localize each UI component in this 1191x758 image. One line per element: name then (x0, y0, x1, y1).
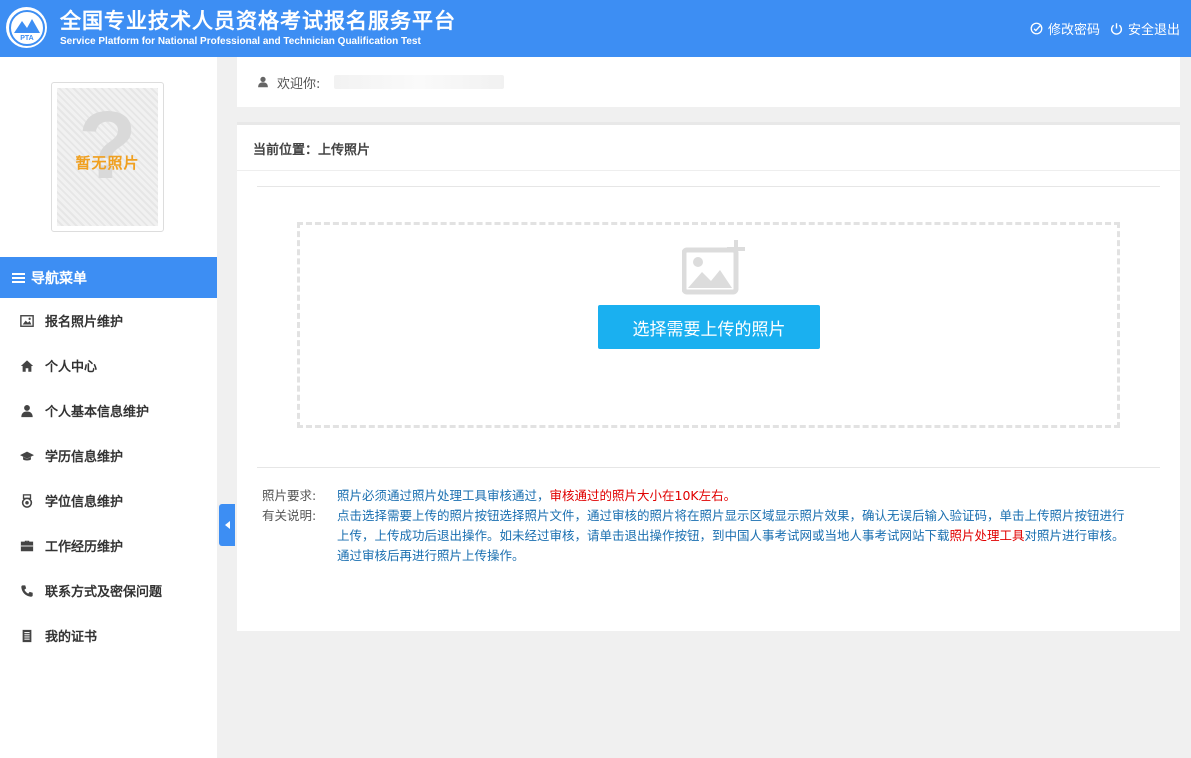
top-header: PTA 全国专业技术人员资格考试报名服务平台 Service Platform … (0, 0, 1191, 57)
requirements-text-blue: 照片必须通过照片处理工具审核通过， (337, 488, 550, 503)
requirements-text-red: 审核通过的照片大小在10K左右。 (549, 488, 737, 503)
nav-list: 报名照片维护 个人中心 个人基本信息维护 学历信息维护 学位信息维护 工作经历维… (0, 298, 217, 658)
pta-logo: PTA (6, 7, 47, 48)
divider (257, 467, 1160, 468)
sidebar-item-label: 个人基本信息维护 (45, 405, 150, 420)
divider (257, 186, 1160, 187)
requirements-label: 照片要求: (262, 488, 317, 503)
sidebar-item-label: 报名照片维护 (45, 315, 124, 330)
logout-link[interactable]: 安全退出 (1110, 19, 1180, 38)
photo-tool-link[interactable]: 照片处理工具 (950, 528, 1025, 543)
sidebar-collapse-toggle[interactable] (219, 504, 235, 546)
question-mark-icon: ? (78, 92, 137, 199)
select-photo-button[interactable]: 选择需要上传的照片 (598, 305, 820, 349)
photo-instructions: 照片要求: 照片必须通过照片处理工具审核通过，审核通过的照片大小在10K左右。 … (262, 486, 1132, 566)
phone-icon (21, 584, 33, 597)
briefcase-icon (20, 540, 34, 551)
sidebar-item-work-history[interactable]: 工作经历维护 (0, 523, 217, 568)
change-password-link[interactable]: 修改密码 (1030, 19, 1100, 38)
home-icon (20, 359, 34, 372)
notes-label: 有关说明: (262, 508, 317, 523)
nav-menu-title: 导航菜单 (31, 270, 87, 287)
logout-label: 安全退出 (1127, 23, 1180, 38)
sidebar: ? 暂无照片 导航菜单 报名照片维护 个人中心 个人基本信息维护 学历信息维护 … (0, 57, 217, 758)
upload-panel: 当前位置：上传照片 选择需要上传的照片 照片要求: 照片必须通过照片处理工具审核… (237, 122, 1180, 631)
image-icon (20, 314, 34, 327)
graduation-cap-icon (20, 451, 34, 460)
sidebar-item-degree[interactable]: 学位信息维护 (0, 478, 217, 523)
sidebar-item-label: 我的证书 (45, 630, 98, 645)
no-photo-text: 暂无照片 (75, 154, 140, 172)
book-icon (22, 629, 32, 642)
photo-box: ? 暂无照片 (51, 82, 164, 232)
medal-icon (21, 493, 33, 508)
user-icon (21, 404, 33, 417)
notes-row: 有关说明: 点击选择需要上传的照片按钮选择照片文件，通过审核的照片将在照片显示区… (262, 506, 1132, 566)
notes-text: 点击选择需要上传的照片按钮选择照片文件，通过审核的照片将在照片显示区域显示照片效… (337, 506, 1132, 566)
breadcrumb: 当前位置：上传照片 (253, 143, 371, 158)
logo-lettering: PTA (20, 35, 33, 42)
power-icon (1110, 23, 1123, 35)
photo-upload-area[interactable]: 选择需要上传的照片 (297, 222, 1120, 428)
welcome-bar: 欢迎你: (237, 57, 1180, 107)
requirements-row: 照片要求: 照片必须通过照片处理工具审核通过，审核通过的照片大小在10K左右。 (262, 486, 1132, 506)
photo-placeholder: ? 暂无照片 (57, 88, 158, 226)
user-icon (258, 76, 268, 88)
change-password-label: 修改密码 (1047, 23, 1100, 38)
header-actions: 修改密码 安全退出 (1030, 19, 1180, 38)
sidebar-item-certificates[interactable]: 我的证书 (0, 613, 217, 658)
sidebar-item-label: 学位信息维护 (45, 495, 124, 510)
sidebar-item-education[interactable]: 学历信息维护 (0, 433, 217, 478)
add-image-icon (682, 240, 745, 295)
site-subtitle: Service Platform for National Profession… (60, 36, 421, 47)
sidebar-item-photo[interactable]: 报名照片维护 (0, 298, 217, 343)
sidebar-item-basic-info[interactable]: 个人基本信息维护 (0, 388, 217, 433)
welcome-label: 欢迎你: (277, 76, 321, 92)
sidebar-item-personal-center[interactable]: 个人中心 (0, 343, 217, 388)
sidebar-item-label: 工作经历维护 (45, 540, 124, 555)
edit-check-icon (1030, 22, 1043, 35)
site-title: 全国专业技术人员资格考试报名服务平台 (60, 9, 456, 33)
divider (237, 170, 1180, 171)
sidebar-item-contact[interactable]: 联系方式及密保问题 (0, 568, 217, 613)
requirements-text: 照片必须通过照片处理工具审核通过，审核通过的照片大小在10K左右。 (337, 486, 1132, 506)
caret-left-icon (224, 521, 230, 529)
sidebar-item-label: 学历信息维护 (45, 450, 124, 465)
user-name-redacted (334, 75, 505, 89)
nav-menu-header: 导航菜单 (0, 257, 217, 298)
menu-icon (12, 272, 25, 283)
sidebar-item-label: 个人中心 (45, 360, 98, 375)
sidebar-item-label: 联系方式及密保问题 (45, 585, 163, 600)
